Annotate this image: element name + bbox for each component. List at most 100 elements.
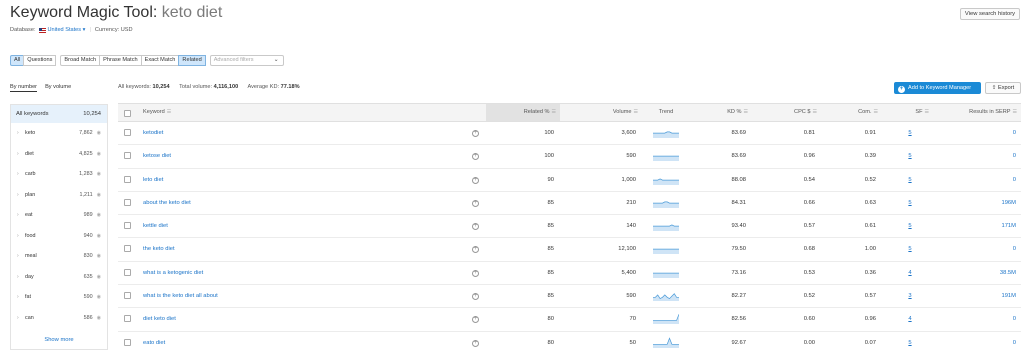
sf-link[interactable]: 5 [908,246,911,252]
add-keyword-icon[interactable]: + [472,130,479,137]
sf-link[interactable]: 5 [908,153,911,159]
sidebar-item-eat[interactable]: › eat 989 ◉ [11,205,107,226]
column-volume[interactable]: Volume ☰ [560,104,642,121]
sf-link[interactable]: 4 [908,316,911,322]
eye-icon[interactable]: ◉ [97,171,101,177]
sidebar-item-fat[interactable]: › fat 590 ◉ [11,287,107,308]
keyword-link[interactable]: ketodiet [143,122,163,144]
select-all-checkbox[interactable] [124,110,131,117]
tab-exact-match[interactable]: Exact Match [140,55,180,66]
sidebar-item-meal[interactable]: › meal 830 ◉ [11,246,107,267]
row-checkbox[interactable] [124,129,131,136]
chevron-right-icon[interactable]: › [17,151,25,157]
sf-link[interactable]: 3 [908,293,911,299]
chevron-right-icon[interactable]: › [17,233,25,239]
advanced-filters-dropdown[interactable]: Advanced filters ⌄ [209,55,284,66]
results-in-serp-cell[interactable]: 0 [934,122,1016,144]
add-keyword-icon[interactable]: + [472,339,479,347]
sf-link[interactable]: 5 [908,340,911,346]
tab-all[interactable]: All [10,55,25,66]
keyword-link[interactable]: eato diet [143,332,165,354]
keyword-link[interactable]: leto diet [143,169,163,191]
keyword-link[interactable]: about the keto diet [143,192,191,214]
keyword-link[interactable]: diet keto diet [143,308,176,330]
row-checkbox[interactable] [124,315,131,323]
add-keyword-icon[interactable]: + [472,316,479,324]
chevron-right-icon[interactable]: › [17,294,25,300]
results-in-serp-cell[interactable]: 0 [934,332,1016,354]
eye-icon[interactable]: ◉ [97,233,101,239]
row-checkbox[interactable] [124,245,131,253]
tab-broad-match[interactable]: Broad Match [60,55,101,66]
column-cpc[interactable]: CPC $ ☰ [753,104,821,121]
sidebar-all-keywords[interactable]: All keywords 10,254 [11,105,107,123]
export-button[interactable]: ⇪ Export [985,82,1021,94]
add-keyword-icon[interactable]: + [472,223,479,231]
chevron-right-icon[interactable]: › [17,274,25,280]
sf-link[interactable]: 5 [908,200,911,206]
keyword-link[interactable]: kettle diet [143,215,168,237]
eye-icon[interactable]: ◉ [97,294,101,300]
results-in-serp-cell[interactable]: 0 [934,308,1016,330]
chevron-right-icon[interactable]: › [17,192,25,198]
sidebar-item-food[interactable]: › food 940 ◉ [11,226,107,247]
row-checkbox[interactable] [124,152,131,160]
results-in-serp-cell[interactable]: 191M [934,285,1016,307]
sidebar-item-diet[interactable]: › diet 4,825 ◉ [11,144,107,165]
eye-icon[interactable]: ◉ [97,192,101,198]
results-in-serp-cell[interactable]: 0 [934,169,1016,191]
sf-link[interactable]: 5 [908,223,911,229]
keyword-link[interactable]: what is the keto diet all about [143,285,218,307]
results-in-serp-cell[interactable]: 171M [934,215,1016,237]
add-keyword-icon[interactable]: + [472,153,479,161]
keyword-link[interactable]: what is a ketogenic diet [143,262,203,284]
eye-icon[interactable]: ◉ [97,130,101,136]
eye-icon[interactable]: ◉ [97,212,101,218]
tab-by-volume[interactable]: By volume [45,84,71,92]
eye-icon[interactable]: ◉ [97,274,101,280]
results-in-serp-cell[interactable]: 0 [934,238,1016,260]
add-keyword-icon[interactable]: + [472,293,479,301]
tab-related[interactable]: Related [178,55,206,66]
chevron-right-icon[interactable]: › [17,315,25,321]
add-keyword-icon[interactable]: + [472,269,479,277]
sidebar-item-plan[interactable]: › plan 1,211 ◉ [11,185,107,206]
add-to-keyword-manager-button[interactable]: + Add to Keyword Manager [894,82,981,94]
sf-link[interactable]: 5 [908,130,911,136]
database-select[interactable]: United States ▾ [48,27,86,33]
eye-icon[interactable]: ◉ [97,253,101,259]
column-sf[interactable]: SF ☰ [883,104,933,121]
sidebar-item-carb[interactable]: › carb 1,283 ◉ [11,164,107,185]
tab-by-number[interactable]: By number [10,84,38,92]
row-checkbox[interactable] [124,175,131,183]
row-checkbox[interactable] [124,268,131,276]
view-search-history-button[interactable]: View search history [960,8,1020,20]
row-checkbox[interactable] [124,338,131,346]
results-in-serp-cell[interactable]: 0 [934,145,1016,167]
column-keyword[interactable]: Keyword ☰ [143,104,171,121]
results-in-serp-cell[interactable]: 38.5M [934,262,1016,284]
chevron-right-icon[interactable]: › [17,130,25,136]
chevron-right-icon[interactable]: › [17,171,25,177]
sidebar-item-can[interactable]: › can 586 ◉ [11,308,107,329]
keyword-link[interactable]: the keto diet [143,238,175,260]
sf-link[interactable]: 4 [908,270,911,276]
column-results-in-serp[interactable]: Results in SERP ☰ [934,104,1020,121]
column-com[interactable]: Com. ☰ [822,104,882,121]
column-related[interactable]: Related % ☰ [486,104,560,121]
row-checkbox[interactable] [124,198,131,206]
results-in-serp-cell[interactable]: 196M [934,192,1016,214]
row-checkbox[interactable] [124,292,131,300]
chevron-right-icon[interactable]: › [17,212,25,218]
tab-questions[interactable]: Questions [23,55,57,66]
eye-icon[interactable]: ◉ [97,151,101,157]
chevron-right-icon[interactable]: › [17,253,25,259]
sf-link[interactable]: 5 [908,177,911,183]
add-keyword-icon[interactable]: + [472,199,479,207]
eye-icon[interactable]: ◉ [97,315,101,321]
sidebar-item-keto[interactable]: › keto 7,862 ◉ [11,123,107,144]
add-keyword-icon[interactable]: + [472,246,479,254]
show-more-link[interactable]: Show more [11,337,107,343]
sidebar-item-day[interactable]: › day 635 ◉ [11,267,107,288]
keyword-link[interactable]: ketose diet [143,145,171,167]
